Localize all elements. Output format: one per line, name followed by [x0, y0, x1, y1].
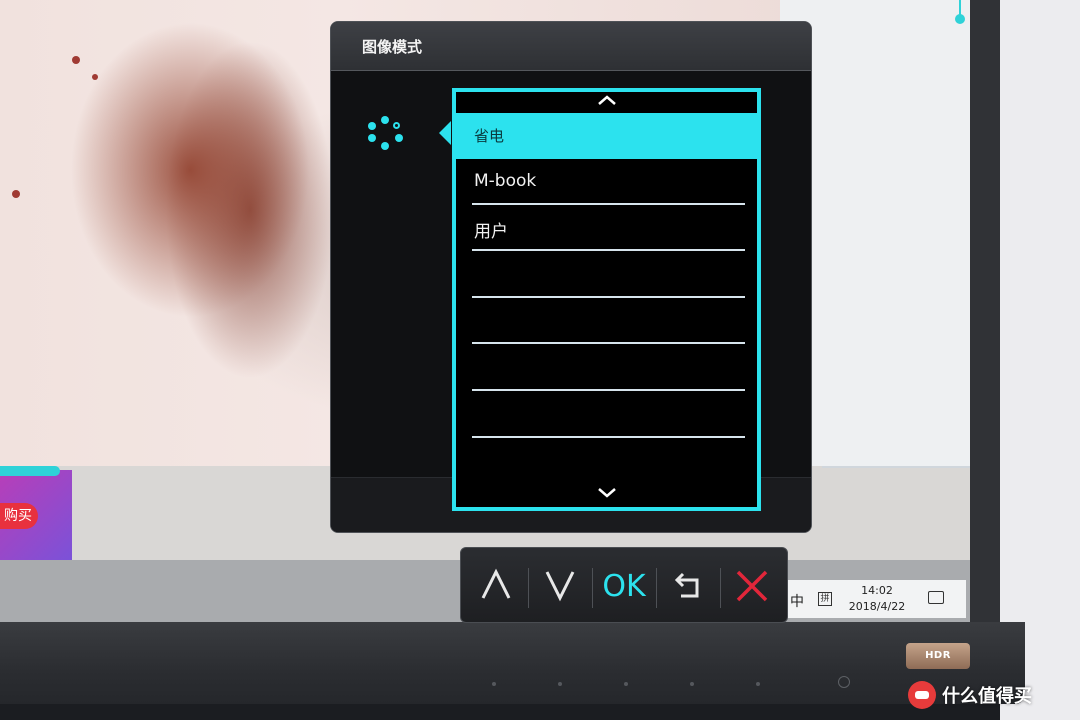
input-mode-icon[interactable]: 拼 [818, 592, 832, 606]
scroll-indicator-dot[interactable] [955, 14, 965, 24]
osd-header: 图像模式 [331, 22, 811, 71]
promo-strip [0, 466, 60, 476]
up-button[interactable] [469, 568, 523, 606]
clock[interactable]: 14:02 2018/4/22 [842, 583, 912, 615]
button-separator [720, 568, 721, 608]
watermark-text: 什么值得买 [942, 686, 1032, 707]
bezel-button-dot[interactable] [558, 682, 562, 686]
close-button[interactable] [725, 568, 779, 606]
selection-pointer-icon [439, 121, 451, 145]
photo-detail [12, 190, 20, 198]
osd-title: 图像模式 [362, 38, 423, 56]
power-icon[interactable] [838, 676, 850, 688]
background-wall [1000, 0, 1080, 720]
back-button[interactable] [661, 568, 715, 606]
bezel-button-dot[interactable] [690, 682, 694, 686]
button-separator [592, 568, 593, 608]
monitor-bezel-right [970, 0, 1000, 640]
button-separator [528, 568, 529, 608]
clock-time: 14:02 [861, 584, 893, 597]
list-item-label: M-book [474, 171, 537, 191]
hdr-badge: HDR [906, 643, 970, 669]
list-item[interactable]: 用户 [472, 205, 745, 251]
bezel-button-dot[interactable] [756, 682, 760, 686]
system-tray: 中 拼 14:02 2018/4/22 [782, 580, 966, 618]
color-mode-icon [367, 116, 403, 152]
list-item[interactable] [472, 392, 745, 438]
ok-button[interactable]: OK [597, 568, 651, 606]
notification-icon[interactable] [928, 591, 944, 604]
list-item[interactable] [472, 298, 745, 344]
list-item[interactable] [472, 345, 745, 391]
list-item-label: 省电 [474, 127, 505, 145]
list-item-selected[interactable]: 省电 [456, 113, 757, 159]
divider [822, 466, 970, 468]
picture-mode-list: 省电 M-book 用户 [452, 88, 761, 511]
list-item-label: 用户 [474, 222, 508, 242]
scroll-down-icon[interactable] [456, 485, 757, 505]
down-button[interactable] [533, 568, 587, 606]
list-item[interactable] [472, 252, 745, 298]
photo-detail [92, 74, 98, 80]
clock-date: 2018/4/22 [848, 600, 906, 613]
watermark: 什么值得买 [908, 680, 1032, 710]
buy-button[interactable]: 购买 [0, 503, 38, 529]
osd-button-bar: OK [460, 547, 788, 623]
list-item[interactable]: M-book [472, 159, 745, 205]
osd-menu: 图像模式 省电 M-book 用户 [330, 21, 812, 533]
scroll-up-icon[interactable] [456, 92, 757, 112]
monitor-bezel-bottom [0, 622, 1025, 704]
button-separator [656, 568, 657, 608]
ime-indicator[interactable]: 中 [790, 591, 804, 611]
bezel-button-dot[interactable] [624, 682, 628, 686]
watermark-logo-icon [908, 681, 936, 709]
photo-detail [72, 56, 80, 64]
bezel-button-dot[interactable] [492, 682, 496, 686]
